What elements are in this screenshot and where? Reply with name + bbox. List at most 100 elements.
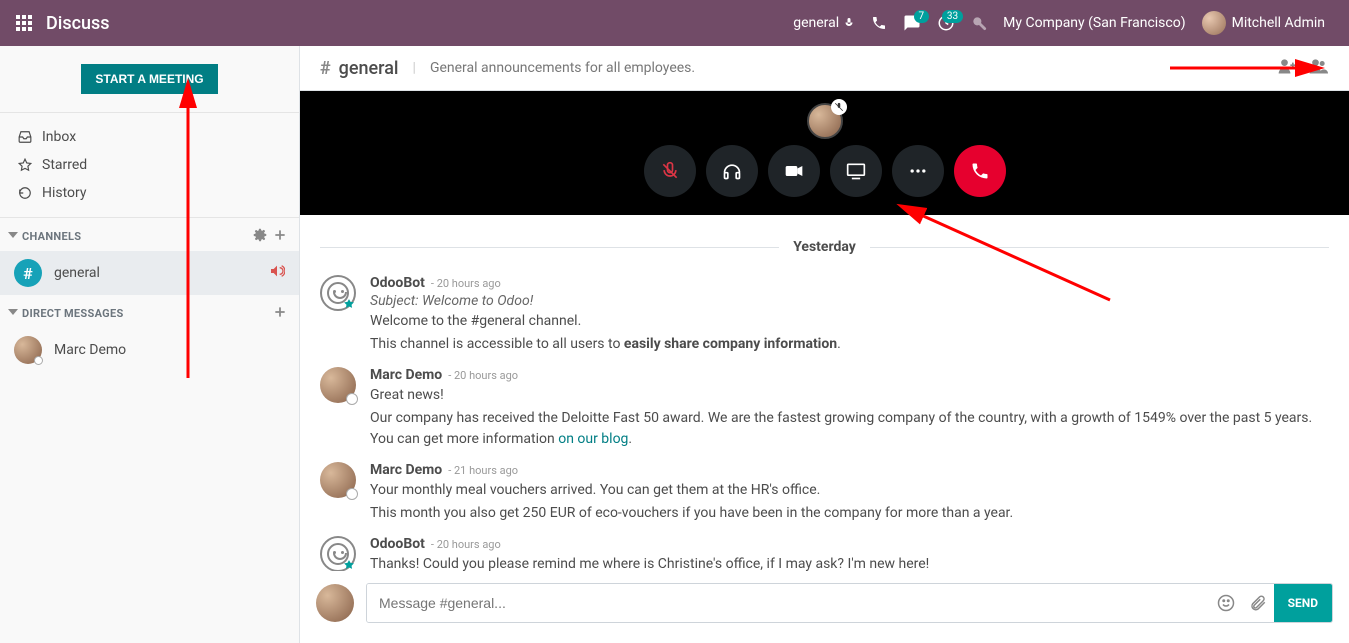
star-icon [18,158,32,172]
nav-messages[interactable]: 7 [903,14,921,32]
hash-icon: # [14,259,42,287]
channels-header[interactable]: CHANNELS [0,218,299,251]
nav-user[interactable]: Mitchell Admin [1202,11,1325,35]
phone-icon [871,15,887,31]
message: Marc Demo - 20 hours ago Great news!Our … [300,361,1349,456]
message-avatar [320,367,356,403]
nav-starred-label: Starred [42,157,87,173]
dm-header[interactable]: DIRECT MESSAGES [0,295,299,328]
composer-avatar [316,584,354,622]
mic-off-icon [660,161,680,181]
phone-icon [970,161,990,181]
nav-tools[interactable] [971,15,987,31]
message-author: OdooBot [370,275,425,291]
channel-name: general [54,265,100,281]
wrench-icon [971,15,987,31]
message-text: Our company has received the Deloitte Fa… [370,408,1329,450]
mic-off-icon [834,102,844,112]
message-text: Welcome to the #general channel. [370,311,1329,332]
emoji-button[interactable] [1210,584,1242,622]
hash-icon: # [320,58,331,79]
message-author: OdooBot [370,536,425,552]
plus-icon [273,305,287,319]
nav-phone[interactable] [871,15,887,31]
message-text: Your monthly meal vouchers arrived. You … [370,480,1329,501]
headphones-icon [722,161,742,181]
message-avatar [320,536,356,571]
call-panel [300,91,1349,215]
monitor-icon [846,161,866,181]
message-input[interactable] [367,584,1210,622]
send-button[interactable]: SEND [1274,584,1332,622]
message-text: Thanks! Could you please remind me where… [370,554,1329,571]
message-subject: Subject: Welcome to Odoo! [370,293,1329,309]
inbox-icon [18,130,32,144]
message-time: - 20 hours ago [431,538,501,551]
channels-settings[interactable] [253,228,267,245]
main-panel: # general | General announcements for al… [300,46,1349,643]
message-text: This month you also get 250 EUR of eco-v… [370,503,1329,524]
nav-inbox[interactable]: Inbox [0,123,299,151]
message-author: Marc Demo [370,462,442,478]
message-avatar [320,462,356,498]
message-author: Marc Demo [370,367,442,383]
nav-channel-label: general [793,15,839,31]
message-text: Great news! [370,385,1329,406]
attach-button[interactable] [1242,584,1274,622]
channels-title: CHANNELS [22,230,81,243]
users-icon [1307,56,1329,76]
paperclip-icon [1249,594,1267,612]
message-time: - 20 hours ago [431,277,501,290]
dm-item[interactable]: Marc Demo [0,328,299,372]
plus-icon [273,228,287,242]
message: OdooBot - 20 hours ago Thanks! Could you… [300,530,1349,571]
gear-icon [253,228,267,242]
nav-inbox-label: Inbox [42,129,76,145]
camera-button[interactable] [768,145,820,197]
channel-header: # general | General announcements for al… [300,46,1349,91]
nav-channel-quick[interactable]: general [793,15,855,31]
speaker-icon [269,263,285,283]
messages-badge: 7 [914,10,930,23]
dm-name: Marc Demo [54,342,126,358]
nav-history-label: History [42,185,87,201]
dots-icon [908,161,928,181]
message-text: This channel is accessible to all users … [370,334,1329,355]
nav-starred[interactable]: Starred [0,151,299,179]
apps-icon[interactable] [16,15,32,31]
channels-add[interactable] [273,228,287,245]
video-icon [784,161,804,181]
mic-icon [843,17,855,29]
topbar: Discuss general 7 33 My Company (San Fra… [0,0,1349,46]
user-name: Mitchell Admin [1232,15,1325,31]
message-list: Yesterday OdooBot - 20 hours ago Subject… [300,215,1349,571]
add-member-button[interactable] [1277,56,1297,80]
message: Marc Demo - 21 hours ago Your monthly me… [300,456,1349,530]
caret-down-icon [8,307,18,320]
more-button[interactable] [892,145,944,197]
dm-add[interactable] [273,305,287,322]
user-avatar [1202,11,1226,35]
channel-description: General announcements for all employees. [430,60,695,76]
deafen-button[interactable] [706,145,758,197]
start-meeting-button[interactable]: START A MEETING [81,64,217,94]
nav-history[interactable]: History [0,179,299,207]
caret-down-icon [8,230,18,243]
composer: SEND [300,571,1349,643]
nav-activities[interactable]: 33 [937,14,955,32]
hangup-button[interactable] [954,145,1006,197]
nav-company[interactable]: My Company (San Francisco) [1003,15,1185,31]
call-participant[interactable] [807,103,843,139]
activities-badge: 33 [942,10,963,23]
channel-item[interactable]: # general [0,251,299,295]
sidebar: START A MEETING Inbox Starred History CH… [0,46,300,643]
mute-button[interactable] [644,145,696,197]
screenshare-button[interactable] [830,145,882,197]
date-separator: Yesterday [320,239,1329,255]
dm-title: DIRECT MESSAGES [22,307,124,320]
members-button[interactable] [1307,56,1329,80]
message: OdooBot - 20 hours ago Subject: Welcome … [300,269,1349,361]
smile-icon [1217,594,1235,612]
date-label: Yesterday [793,239,856,255]
message-time: - 20 hours ago [448,369,518,382]
